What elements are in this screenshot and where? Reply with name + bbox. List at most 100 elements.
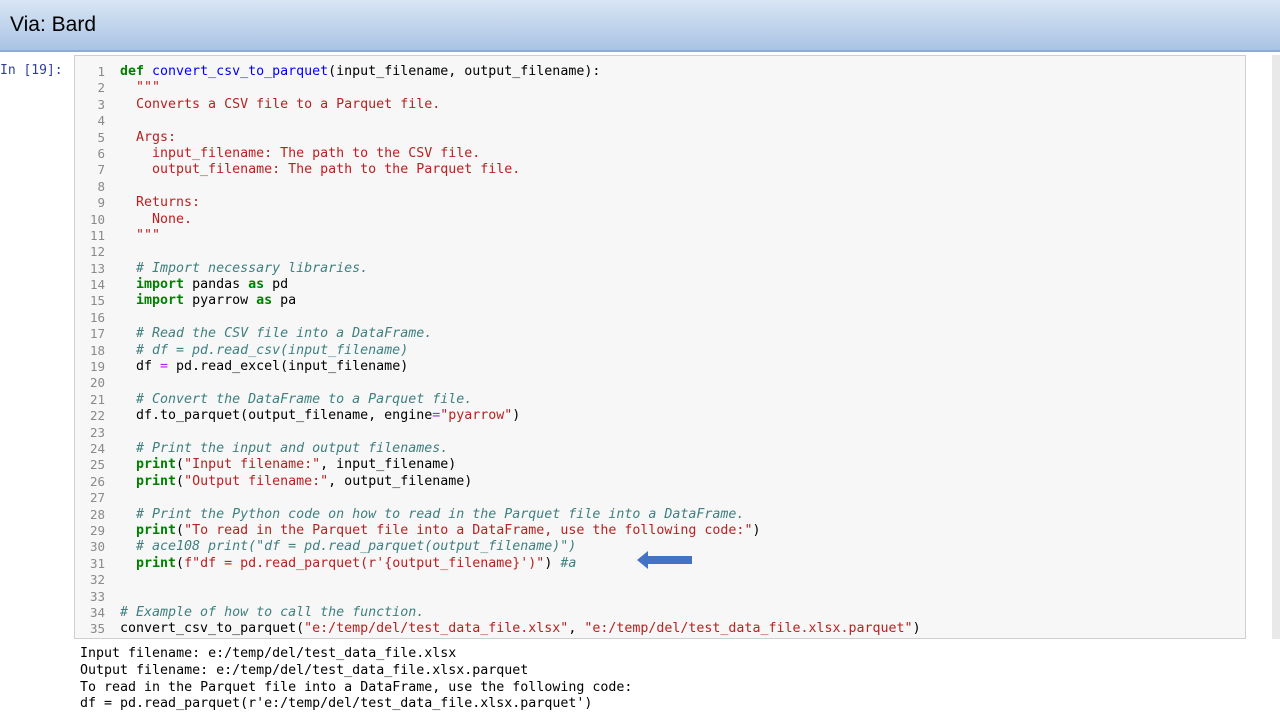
code-token: print	[120, 473, 177, 489]
code-line[interactable]: 5 Args:	[75, 130, 1245, 146]
code-text: Converts a CSV file to a Parquet file.	[120, 97, 440, 113]
code-text: # Print the input and output filenames.	[120, 441, 448, 457]
code-token: f"df = pd.read_parquet(r'{output_filenam…	[184, 555, 545, 571]
code-token: pa	[280, 293, 297, 309]
code-text: # Read the CSV file into a DataFrame.	[120, 326, 432, 342]
code-text: # ace108 print("df = pd.read_parquet(out…	[120, 539, 576, 555]
code-line[interactable]: 22 df.to_parquet(output_filename, engine…	[75, 408, 1245, 424]
code-token: None.	[120, 211, 193, 227]
line-number: 3	[97, 96, 105, 112]
code-line[interactable]: 4	[75, 113, 1245, 129]
code-token: )	[912, 621, 921, 637]
line-number: 35	[89, 621, 105, 637]
code-line[interactable]: 24 # Print the input and output filename…	[75, 441, 1245, 457]
code-line[interactable]: 19 df = pd.read_excel(input_filename)	[75, 359, 1245, 375]
output-line: df = pd.read_parquet(r'e:/temp/del/test_…	[80, 696, 593, 712]
line-number: 26	[89, 473, 105, 489]
code-token: , output_filename)	[328, 473, 473, 489]
code-line[interactable]: 8	[75, 179, 1245, 195]
code-token: Args:	[120, 129, 177, 145]
line-number: 17	[89, 326, 105, 342]
line-number: 13	[89, 260, 105, 276]
code-token: )	[544, 555, 561, 571]
code-line[interactable]: 32	[75, 572, 1245, 588]
code-line[interactable]: 14 import pandas as pd	[75, 277, 1245, 293]
code-line[interactable]: 6 input_filename: The path to the CSV fi…	[75, 146, 1245, 162]
code-text: print("Output filename:", output_filenam…	[120, 474, 472, 490]
code-token: """	[120, 227, 161, 243]
code-line[interactable]: 7 output_filename: The path to the Parqu…	[75, 162, 1245, 178]
code-token: =	[160, 359, 177, 375]
code-token: (	[176, 473, 185, 489]
left-arrow-icon	[637, 551, 692, 569]
line-number: 10	[89, 211, 105, 227]
code-token: # df = pd.read_csv(input_filename)	[120, 342, 409, 358]
line-number: 2	[97, 80, 105, 96]
output-line: Input filename: e:/temp/del/test_data_fi…	[80, 646, 457, 661]
code-token: )	[752, 522, 761, 538]
scrollbar-track[interactable]	[1272, 55, 1280, 639]
code-line[interactable]: 13 # Import necessary libraries.	[75, 261, 1245, 277]
code-line[interactable]: 28 # Print the Python code on how to rea…	[75, 507, 1245, 523]
code-line[interactable]: 16	[75, 310, 1245, 326]
cell-output: Input filename: e:/temp/del/test_data_fi…	[80, 646, 632, 713]
line-number: 30	[89, 539, 105, 555]
code-token: pd	[272, 277, 289, 293]
line-number: 34	[89, 604, 105, 620]
code-token: "Input filename:"	[184, 457, 321, 473]
code-line[interactable]: 35 convert_csv_to_parquet("e:/temp/del/te…	[75, 621, 1245, 637]
line-number: 32	[89, 572, 105, 588]
code-token: )	[512, 408, 521, 424]
line-number: 22	[89, 408, 105, 424]
code-line[interactable]: 26 print("Output filename:", output_file…	[75, 474, 1245, 490]
code-token: pandas	[192, 277, 249, 293]
code-token: # Example of how to call the function.	[120, 604, 425, 620]
code-line[interactable]: 27	[75, 490, 1245, 506]
line-number: 11	[89, 227, 105, 243]
line-number: 20	[89, 375, 105, 391]
code-text: def convert_csv_to_parquet(input_filenam…	[120, 64, 600, 80]
code-text: print("To read in the Parquet file into …	[120, 523, 760, 539]
code-line[interactable]: 25 print("Input filename:", input_filena…	[75, 457, 1245, 473]
code-text: """	[120, 228, 160, 244]
code-token: convert_csv_to_parquet	[152, 64, 329, 79]
code-token: # Import necessary libraries.	[120, 260, 369, 276]
code-line[interactable]: 23	[75, 425, 1245, 441]
code-line[interactable]: 11 """	[75, 228, 1245, 244]
code-line[interactable]: 34 # Example of how to call the function.	[75, 605, 1245, 621]
line-number: 6	[97, 145, 105, 161]
code-token: "To read in the Parquet file into a Data…	[184, 522, 753, 538]
code-line[interactable]: 2 """	[75, 80, 1245, 96]
code-text: # Print the Python code on how to read i…	[120, 507, 744, 523]
line-number: 12	[89, 244, 105, 260]
code-text: # df = pd.read_csv(input_filename)	[120, 343, 408, 359]
line-number: 27	[89, 490, 105, 506]
code-line[interactable]: 20	[75, 375, 1245, 391]
code-text: Returns:	[120, 195, 200, 211]
code-token: import	[120, 277, 193, 293]
code-text: df.to_parquet(output_filename, engine="p…	[120, 408, 520, 424]
code-line[interactable]: 9 Returns:	[75, 195, 1245, 211]
code-line[interactable]: 29 print("To read in the Parquet file in…	[75, 523, 1245, 539]
line-number: 21	[89, 391, 105, 407]
code-line[interactable]: 17 # Read the CSV file into a DataFrame.	[75, 326, 1245, 342]
code-text: output_filename: The path to the Parquet…	[120, 162, 520, 178]
code-line[interactable]: 15 import pyarrow as pa	[75, 293, 1245, 309]
code-text: import pandas as pd	[120, 277, 288, 293]
code-line[interactable]: 12	[75, 244, 1245, 260]
line-number: 31	[89, 555, 105, 571]
code-text: Args:	[120, 130, 176, 146]
line-number: 33	[89, 588, 105, 604]
code-line[interactable]: 33	[75, 589, 1245, 605]
code-line[interactable]: 10 None.	[75, 212, 1245, 228]
code-line[interactable]: 1 def convert_csv_to_parquet(input_filena…	[75, 64, 1245, 80]
code-line[interactable]: 18 # df = pd.read_csv(input_filename)	[75, 343, 1245, 359]
code-line[interactable]: 3 Converts a CSV file to a Parquet file.	[75, 97, 1245, 113]
code-token: Returns:	[120, 195, 201, 211]
slide-banner: Via: Bard	[0, 0, 1280, 52]
code-token: pyarrow	[192, 293, 257, 309]
line-number: 9	[97, 195, 105, 211]
code-token: (	[176, 457, 185, 473]
code-line[interactable]: 21 # Convert the DataFrame to a Parquet …	[75, 392, 1245, 408]
code-text: convert_csv_to_parquet("e:/temp/del/test…	[120, 621, 921, 637]
